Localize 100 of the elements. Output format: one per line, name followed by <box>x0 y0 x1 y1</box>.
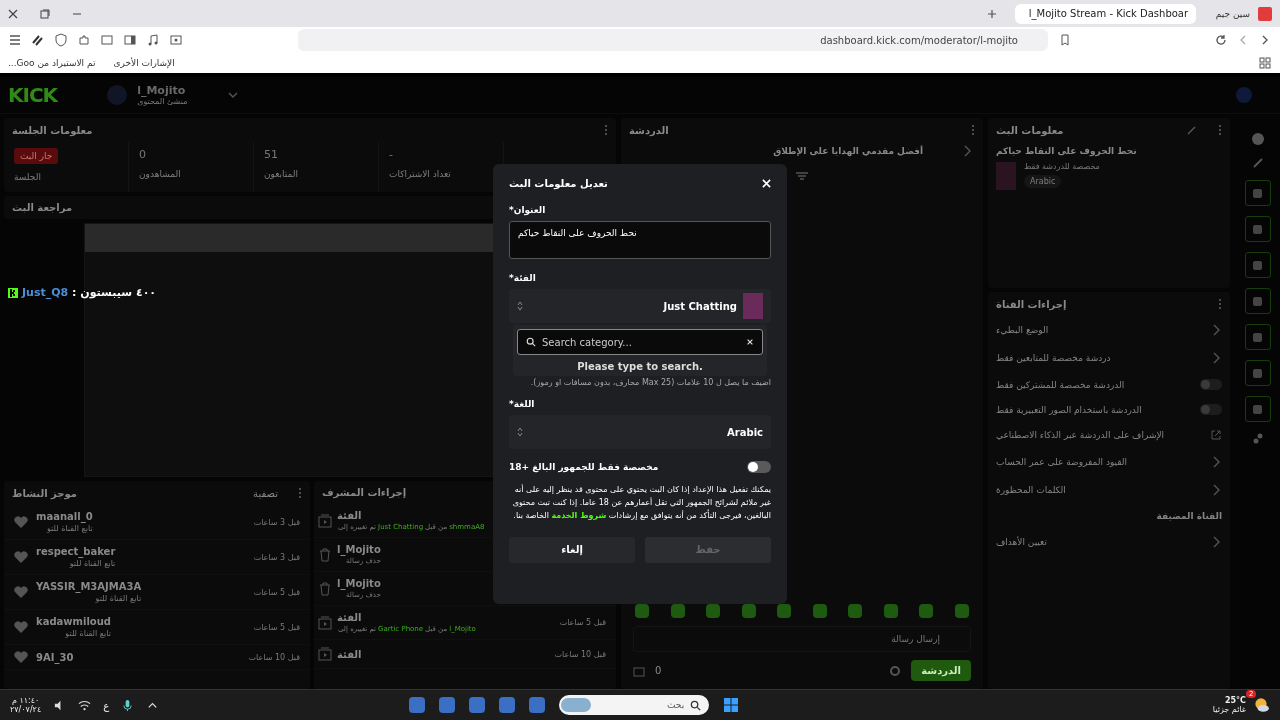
app-icon[interactable] <box>499 697 516 713</box>
action-title: الفئة <box>337 510 363 521</box>
emote-icon[interactable] <box>848 604 863 618</box>
music-icon[interactable] <box>146 33 160 47</box>
dashboard-tool-button[interactable] <box>1244 288 1271 314</box>
chevron-right-icon[interactable] <box>1212 535 1222 549</box>
more-icon[interactable] <box>1218 298 1222 310</box>
category-select[interactable]: Just Chatting <box>509 289 771 323</box>
mature-toggle[interactable] <box>747 461 771 473</box>
dashboard-tool-button[interactable] <box>1244 360 1271 386</box>
app-icon[interactable] <box>469 697 486 713</box>
reload-icon[interactable] <box>1214 33 1228 47</box>
mature-description: يمكنك تفعيل هذا الإعداد إذا كان البث يحتوي على محتوى قد ينظر إليه على أنه غير ملائم لشرائح الجمهور التي تقل أعمارهم عن 18 عاما. إذا كنت تبث محتوى البالغين، فيرجى التأكد من أنه يتوافق مع إرشادات شروط الخدمة الخاصة بنا. <box>511 483 771 523</box>
stat-value: 51 <box>264 148 278 161</box>
language-select[interactable]: Arabic <box>509 415 771 449</box>
weather-icon[interactable] <box>1252 696 1270 714</box>
more-icon[interactable] <box>971 124 975 136</box>
toggle-switch[interactable] <box>1200 404 1222 415</box>
more-icon[interactable] <box>604 124 608 136</box>
cancel-button[interactable]: إلغاء <box>509 536 635 563</box>
filter-icon[interactable] <box>795 172 809 182</box>
emote-icon[interactable] <box>919 604 934 618</box>
more-icon[interactable] <box>298 487 302 499</box>
panel-title: إجراءات المشرف <box>322 487 407 498</box>
channel-role: منشئ المحتوى <box>137 97 188 106</box>
taskbar-search[interactable]: بحث <box>559 695 710 715</box>
toggle-switch[interactable] <box>1200 379 1222 390</box>
emote-icon[interactable] <box>635 604 649 618</box>
restore-icon[interactable] <box>40 8 50 19</box>
windows-start-icon[interactable] <box>723 697 740 713</box>
live-badge: جار البث <box>14 148 59 164</box>
chevron-right-icon[interactable] <box>1212 351 1222 365</box>
panel-title: موجز النشاط <box>12 487 77 499</box>
stripes-icon[interactable] <box>31 33 45 47</box>
microphone-icon[interactable] <box>121 698 135 712</box>
dashboard-tool-button[interactable] <box>1244 324 1271 350</box>
activity-time: قبل 3 ساعات <box>253 517 300 527</box>
clock-time[interactable]: ١١:٤٠ م <box>11 696 40 705</box>
title-input[interactable]: نحط الحروف على النقاط حياكم <box>509 221 771 259</box>
dashboard-tool-button[interactable] <box>1244 252 1271 278</box>
section-heading: القناة المضيفة <box>1156 511 1222 521</box>
panel-title: معلومات البث <box>996 124 1064 136</box>
emote-icon[interactable] <box>954 604 969 618</box>
app-icon[interactable] <box>409 697 426 713</box>
terms-link[interactable]: شروط الخدمة <box>551 511 607 521</box>
apps-icon[interactable] <box>1258 56 1272 70</box>
chat-send-button[interactable]: الدردشة <box>911 660 971 681</box>
activity-event: تابع القناة للتو <box>94 594 142 603</box>
profile-icon[interactable] <box>1258 6 1272 21</box>
emote-icon[interactable] <box>670 604 685 618</box>
dashboard-tool-button[interactable] <box>1244 216 1271 242</box>
app-icon[interactable] <box>529 697 546 713</box>
follower-name: YASSIR_M3AJMA3A <box>36 581 142 592</box>
activity-event: تابع القناة للتو <box>64 629 111 638</box>
kick-icon <box>8 287 18 298</box>
kick-logo[interactable]: KICK <box>8 83 58 107</box>
category-thumbnail <box>996 162 1016 190</box>
emote-icon[interactable] <box>706 604 721 618</box>
dashboard-tool-button[interactable] <box>1244 180 1271 206</box>
weather-description[interactable]: غائم جزئيا <box>1212 705 1246 714</box>
stream-title: نحط الحروف على النقاط حياكم <box>995 145 1138 159</box>
bookmark-icon[interactable] <box>1058 33 1072 47</box>
menu-icon[interactable] <box>8 33 22 47</box>
address-bar[interactable]: dashboard.kick.com/moderator/l-mojito <box>298 29 1048 51</box>
emote-icon[interactable] <box>777 604 792 618</box>
action-title: l_Mojito <box>337 544 381 555</box>
activity-time: قبل 5 ساعات <box>253 622 300 632</box>
clear-icon[interactable] <box>746 338 754 346</box>
emote-icon[interactable] <box>741 604 756 618</box>
screenshot-icon[interactable] <box>169 33 183 47</box>
more-icon[interactable] <box>1218 124 1222 136</box>
dashboard-tool-button[interactable] <box>1244 396 1271 422</box>
trash-icon <box>317 580 333 597</box>
wifi-icon[interactable] <box>78 698 92 712</box>
chevron-right-icon[interactable] <box>1212 455 1222 469</box>
close-icon[interactable] <box>8 8 18 19</box>
panel-title: معلومات الجلسة <box>12 124 93 136</box>
app-icon[interactable] <box>439 697 456 713</box>
profile-name[interactable]: سين جيم <box>1215 8 1250 19</box>
input-language[interactable]: ع <box>103 699 110 711</box>
bookmark-folder[interactable]: تم الاستيراد من Goo... <box>8 58 96 68</box>
emote-icon[interactable] <box>883 604 898 618</box>
chevron-right-icon[interactable] <box>963 144 973 158</box>
chat-input[interactable]: إرسال رسالة <box>633 626 971 652</box>
emote-icon[interactable] <box>812 604 827 618</box>
sidebar-icon[interactable] <box>123 33 137 47</box>
browser-tab[interactable]: l_Mojito Stream - Kick Dashboar <box>1014 3 1196 24</box>
channel-action-label: الكلمات المحظورة <box>996 485 1066 495</box>
external-link-icon[interactable] <box>1210 429 1222 441</box>
clock-date[interactable]: ٢٧/٠٧/٢٤ <box>10 705 42 714</box>
points-count: 0 <box>655 665 662 676</box>
chevron-right-icon[interactable] <box>1212 483 1222 497</box>
channel-action-label: الدردشة مخصصة للمشتركين فقط <box>996 379 1125 390</box>
chevron-right-icon[interactable] <box>1212 323 1222 337</box>
weather-temperature[interactable]: 25°C <box>1225 696 1246 705</box>
new-tab-icon[interactable] <box>986 8 997 19</box>
bookmark-folder[interactable]: الإشارات الأخرى <box>113 58 175 68</box>
category-search-field[interactable]: Search category... <box>517 329 763 355</box>
shield-icon[interactable] <box>54 33 68 47</box>
filter-link[interactable]: تصفية <box>253 487 278 499</box>
